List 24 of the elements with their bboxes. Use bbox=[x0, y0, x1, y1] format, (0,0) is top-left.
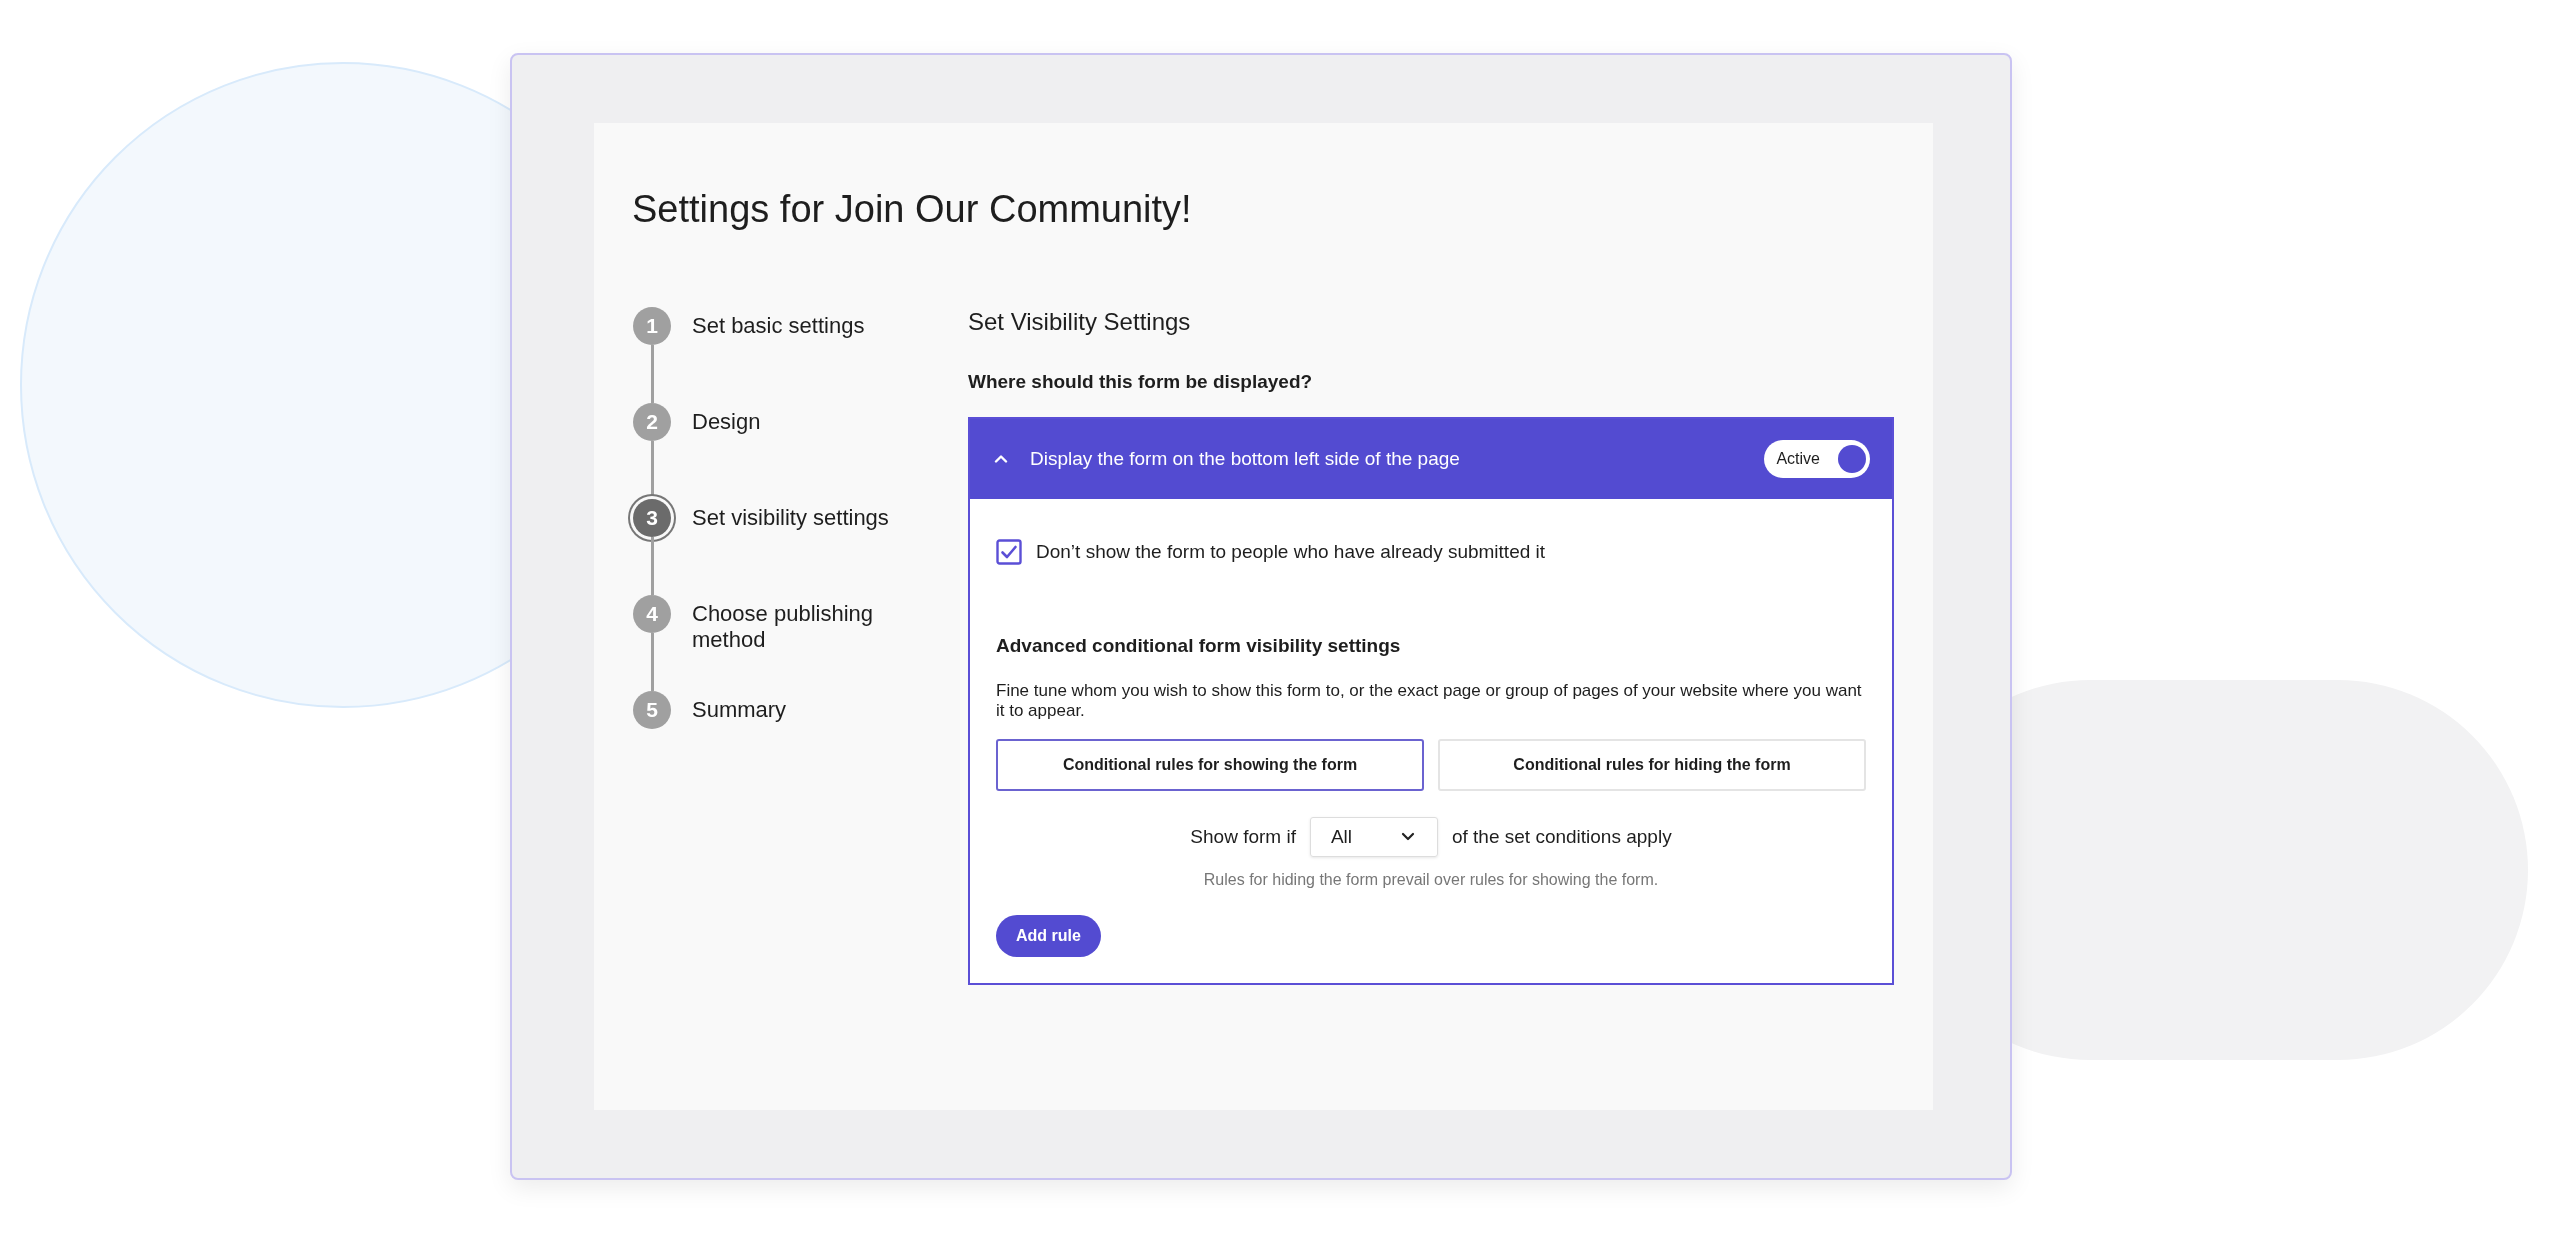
add-rule-button[interactable]: Add rule bbox=[996, 914, 1101, 957]
panel-header[interactable]: Display the form on the bottom left side of the page Active bbox=[970, 418, 1892, 499]
condition-suffix: of the set conditions apply bbox=[1451, 825, 1672, 848]
advanced-heading: Advanced conditional form visibility settings bbox=[996, 634, 1402, 657]
condition-select[interactable]: All bbox=[1309, 816, 1438, 857]
rule-tab[interactable]: Conditional rules for showing the form bbox=[996, 738, 1424, 791]
step-label[interactable]: Set basic settings bbox=[692, 306, 892, 339]
rule-tab[interactable]: Conditional rules for hiding the form bbox=[1438, 738, 1866, 791]
step-label[interactable]: Choose publishing method bbox=[692, 594, 892, 653]
step-label[interactable]: Design bbox=[692, 402, 892, 435]
chevron-down-icon bbox=[1400, 832, 1415, 842]
advanced-description: Fine tune whom you wish to show this form to, or the exact page or group of pages of your website where you want it to appear. bbox=[996, 680, 1863, 721]
panel-title: Display the form on the bottom left side of the page bbox=[1030, 447, 1461, 470]
checkbox[interactable] bbox=[996, 538, 1022, 565]
condition-prefix: Show form if bbox=[1190, 825, 1296, 848]
chevron-up-icon[interactable] bbox=[994, 454, 1008, 464]
step-label[interactable]: Summary bbox=[692, 690, 892, 723]
hint-text: Rules for hiding the form prevail over rules for showing the form. bbox=[1202, 870, 1660, 889]
checkbox-label: Don’t show the form to people who have already submitted it bbox=[1036, 540, 1546, 563]
section-title: Set Visibility Settings bbox=[968, 306, 1192, 337]
page-title: Settings for Join Our Community! bbox=[632, 187, 1193, 232]
question-label: Where should this form be displayed? bbox=[968, 370, 1314, 393]
step-label[interactable]: Set visibility settings bbox=[692, 498, 892, 531]
active-toggle[interactable]: Active bbox=[1764, 439, 1870, 478]
